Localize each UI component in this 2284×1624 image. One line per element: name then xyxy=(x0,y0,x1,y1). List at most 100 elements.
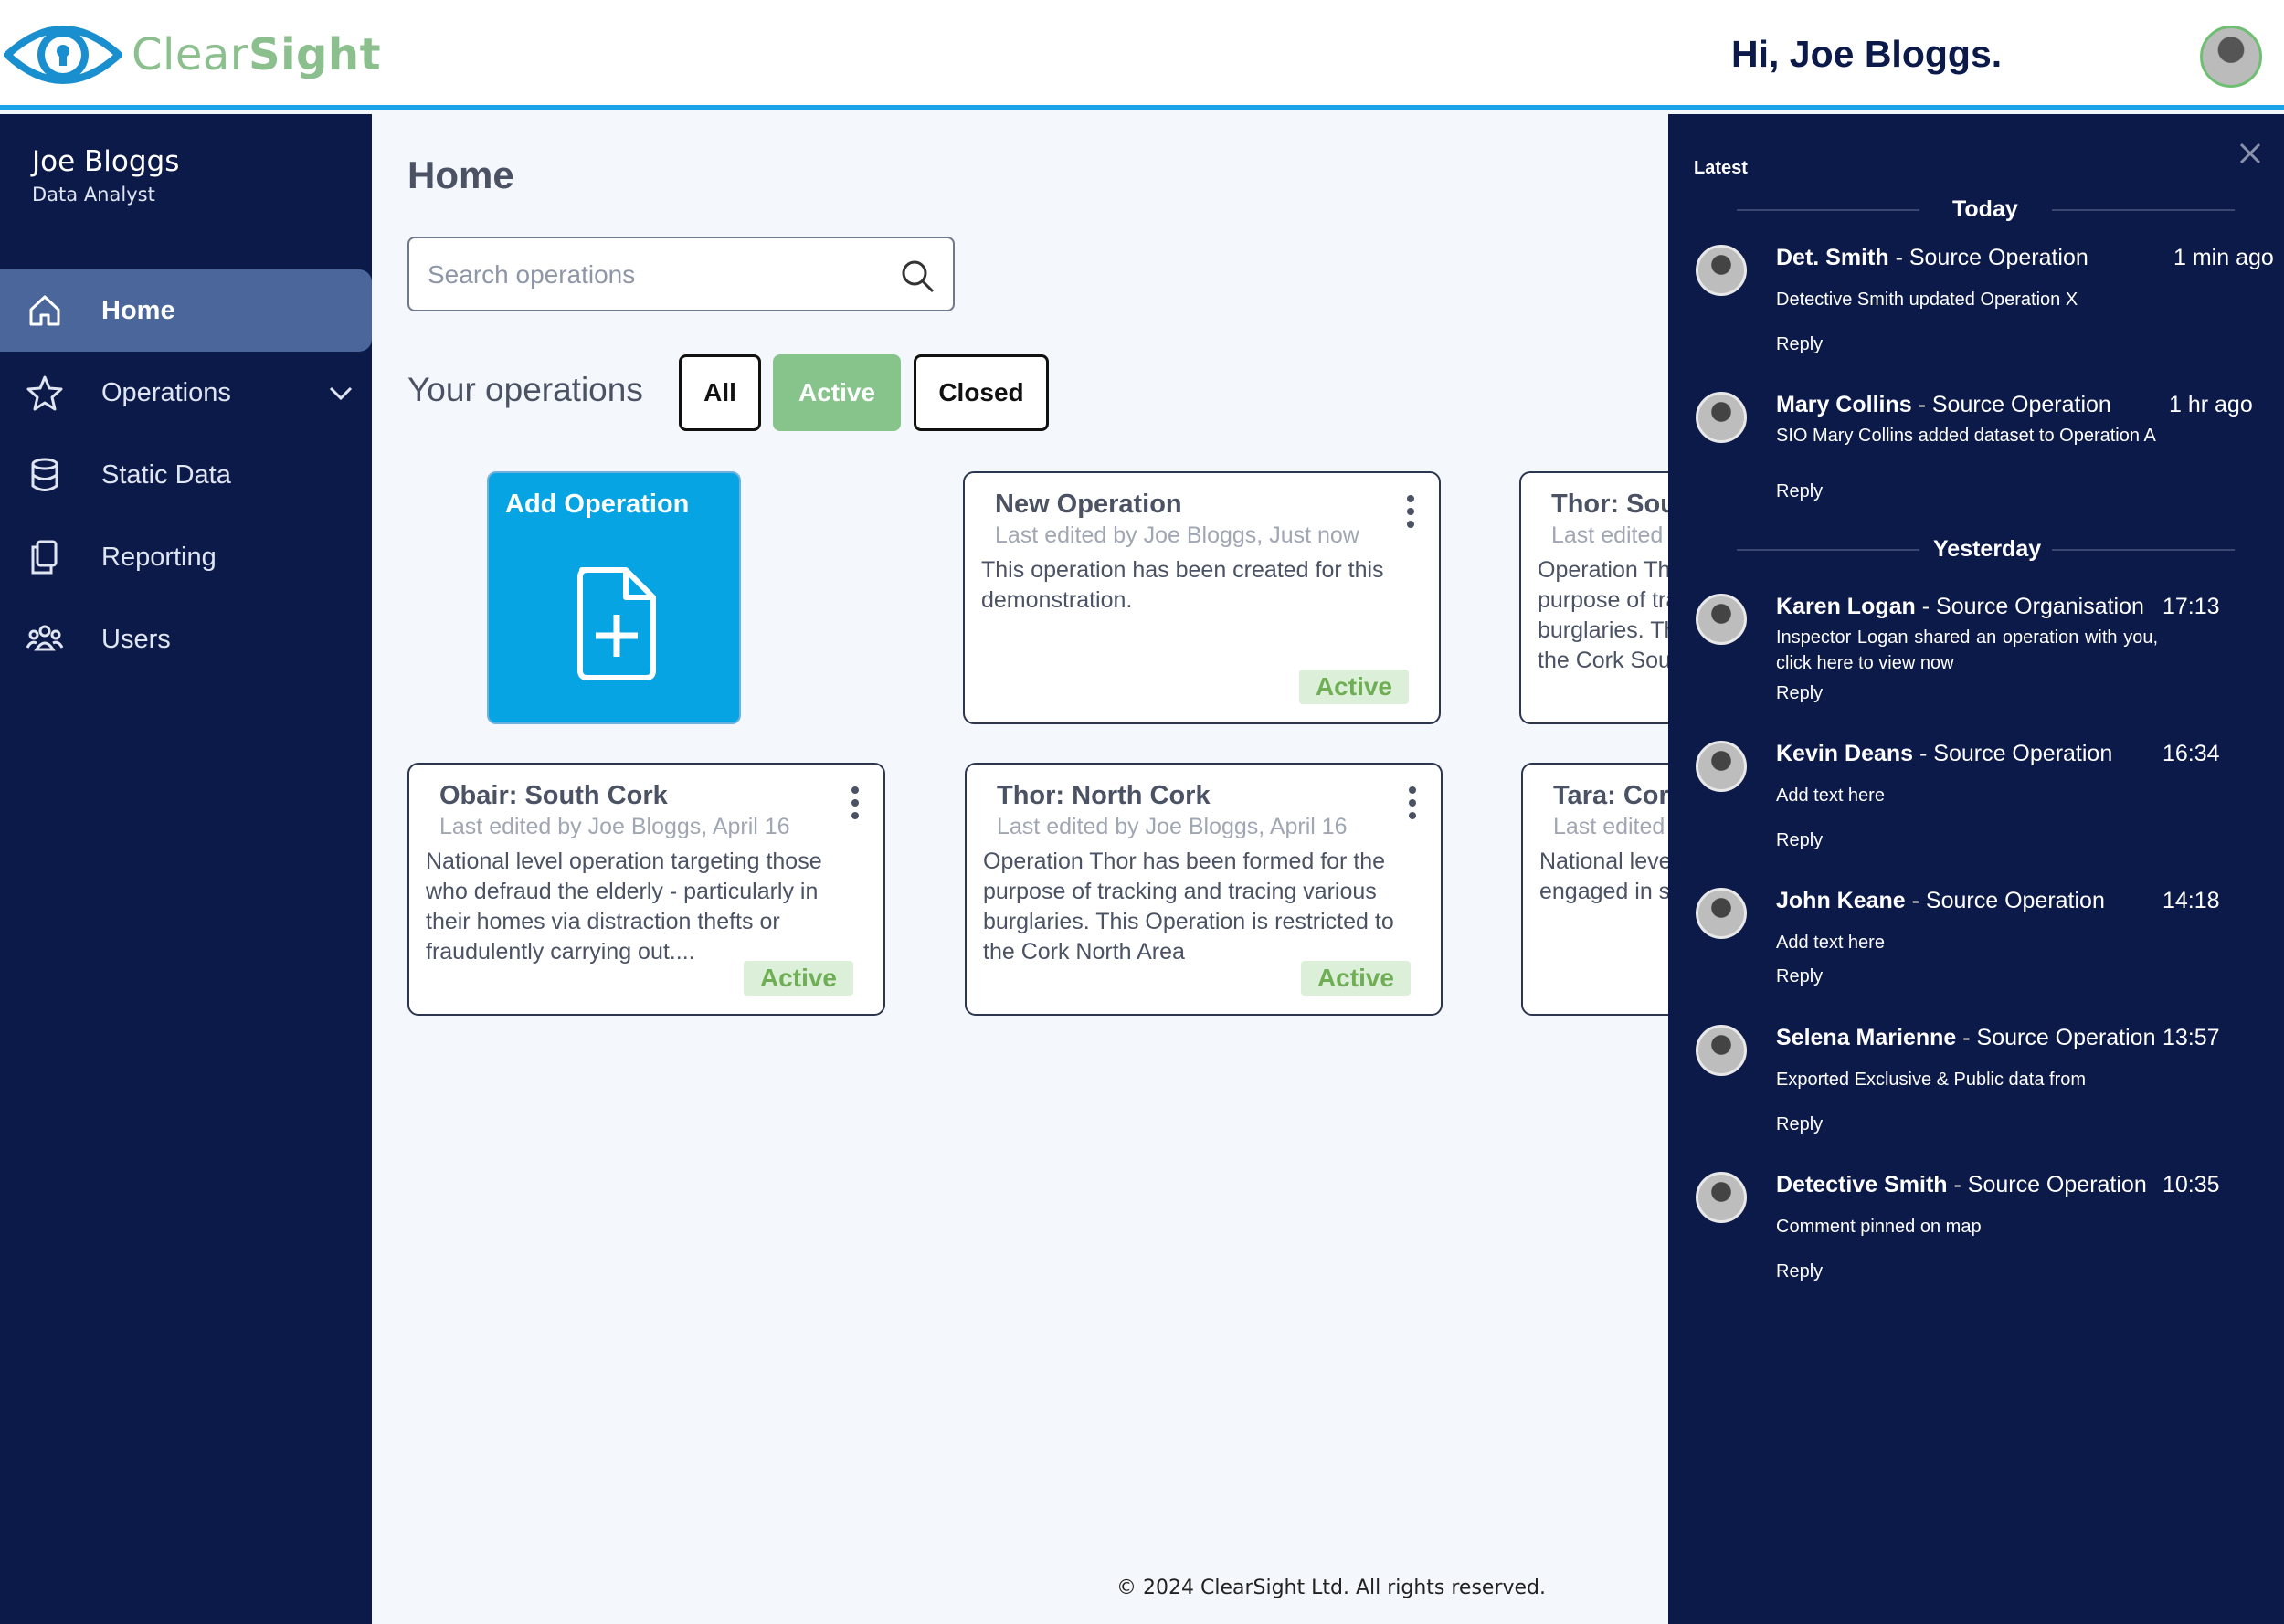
top-header: ClearSight Hi, Joe Bloggs. xyxy=(0,0,2284,110)
reply-link[interactable]: Reply xyxy=(1776,1261,1823,1282)
status-badge: Active xyxy=(1300,961,1411,996)
greeting-text: Hi, Joe Bloggs. xyxy=(1731,33,2003,75)
card-meta: Last edited by Joe Bloggs, April 16 xyxy=(439,814,790,839)
card-title: Tara: Cork xyxy=(1553,781,1684,810)
notification-body: Add text here xyxy=(1776,933,1885,953)
sidebar-item-home[interactable]: Home xyxy=(0,269,372,352)
notification-header: Selena Marienne - Source Operation xyxy=(1776,1025,2156,1050)
star-icon xyxy=(26,375,63,411)
reply-link[interactable]: Reply xyxy=(1776,334,1823,355)
notification-body: Comment pinned on map xyxy=(1776,1217,1982,1237)
status-badge: Active xyxy=(1298,670,1409,704)
card-description: This operation has been created for this… xyxy=(981,557,1384,613)
notification-body: Add text here xyxy=(1776,786,1885,806)
sidebar-item-static-data[interactable]: Static Data xyxy=(0,434,372,516)
sidebar-item-label: Home xyxy=(101,295,175,325)
sidebar-item-label: Users xyxy=(101,624,171,654)
card-title: Obair: South Cork xyxy=(439,781,668,810)
notification-item[interactable]: Detective Smith - Source Operation 10:35… xyxy=(1668,1172,2284,1300)
filter-all-button[interactable]: All xyxy=(679,354,761,431)
more-vertical-icon[interactable] xyxy=(1405,785,1420,821)
database-icon xyxy=(31,458,58,491)
sidebar-user-name: Joe Bloggs xyxy=(32,145,180,178)
notification-time: 14:18 xyxy=(2162,888,2220,913)
card-description: National level operation targeting those… xyxy=(426,849,822,965)
filter-closed-button[interactable]: Closed xyxy=(914,354,1049,431)
notification-time: 10:35 xyxy=(2162,1172,2220,1197)
operation-card[interactable]: New Operation Last edited by Joe Bloggs,… xyxy=(963,471,1441,724)
notification-item[interactable]: Kevin Deans - Source Operation 16:34 Add… xyxy=(1668,741,2284,869)
add-operation-label: Add Operation xyxy=(505,490,690,519)
eye-logo-icon xyxy=(4,26,122,84)
notification-header: Kevin Deans - Source Operation xyxy=(1776,741,2113,766)
status-badge: Active xyxy=(743,961,853,996)
search-icon[interactable] xyxy=(898,257,936,295)
notification-item[interactable]: Mary Collins - Source Operation 1 hr ago… xyxy=(1668,392,2284,520)
sidebar-item-label: Operations xyxy=(101,377,231,407)
avatar xyxy=(1696,245,1747,296)
day-label-yesterday: Yesterday xyxy=(1933,536,2042,562)
users-icon xyxy=(26,625,64,651)
panel-title: Latest xyxy=(1694,158,1748,178)
sidebar-item-label: Reporting xyxy=(101,542,217,572)
notification-header: Karen Logan - Source Organisation xyxy=(1776,594,2144,619)
avatar xyxy=(1696,392,1747,443)
user-avatar[interactable] xyxy=(2200,26,2262,88)
notification-body: Detective Smith updated Operation X xyxy=(1776,290,2078,310)
card-meta: Last edited by Joe Bloggs, Just now xyxy=(995,522,1359,548)
filter-active-button[interactable]: Active xyxy=(773,354,901,431)
brand-name: ClearSight xyxy=(132,29,382,80)
page-title: Home xyxy=(407,153,514,196)
notification-header: Det. Smith - Source Operation xyxy=(1776,245,2088,270)
notification-time: 17:13 xyxy=(2162,594,2220,619)
card-title: Thor: North Cork xyxy=(997,781,1211,810)
reply-link[interactable]: Reply xyxy=(1776,481,1823,502)
home-icon xyxy=(29,295,60,326)
reply-link[interactable]: Reply xyxy=(1776,683,1823,704)
more-vertical-icon[interactable] xyxy=(1403,493,1418,530)
avatar xyxy=(1696,1025,1747,1076)
sidebar-item-label: Static Data xyxy=(101,459,231,490)
notification-time: 13:57 xyxy=(2162,1025,2220,1050)
close-icon[interactable] xyxy=(2236,140,2264,167)
more-vertical-icon[interactable] xyxy=(848,785,862,821)
divider xyxy=(1737,549,1919,551)
operation-card[interactable]: Obair: South Cork Last edited by Joe Blo… xyxy=(407,763,885,1016)
sidebar-item-reporting[interactable]: Reporting xyxy=(0,516,372,598)
notification-body: Exported Exclusive & Public data from xyxy=(1776,1070,2087,1090)
notification-header: John Keane - Source Operation xyxy=(1776,888,2105,913)
avatar xyxy=(1696,594,1747,645)
notification-item[interactable]: Det. Smith - Source Operation 1 min ago … xyxy=(1668,245,2284,373)
reply-link[interactable]: Reply xyxy=(1776,1114,1823,1135)
card-meta: Last edited by Joe Bloggs, April 16 xyxy=(997,814,1348,839)
notification-time: 1 min ago xyxy=(2173,245,2274,270)
search-box xyxy=(407,237,955,311)
notification-time: 16:34 xyxy=(2162,741,2220,766)
add-file-icon xyxy=(577,567,656,680)
sidebar-item-users[interactable]: Users xyxy=(0,598,372,680)
notification-item[interactable]: John Keane - Source Operation 14:18 Add … xyxy=(1668,888,2284,1016)
notification-body: Inspector Logan shared an operation with… xyxy=(1776,627,2158,673)
divider xyxy=(2052,549,2235,551)
sidebar-item-operations[interactable]: Operations xyxy=(0,352,372,434)
operation-card[interactable]: Thor: North Cork Last edited by Joe Blog… xyxy=(965,763,1443,1016)
divider xyxy=(2052,209,2235,211)
avatar xyxy=(1696,888,1747,939)
notification-header: Detective Smith - Source Operation xyxy=(1776,1172,2147,1197)
card-description: Operation Thor has been formed for the p… xyxy=(983,849,1394,965)
chevron-down-icon[interactable] xyxy=(327,379,354,406)
search-input[interactable] xyxy=(428,257,866,293)
notification-item[interactable]: Selena Marienne - Source Operation 13:57… xyxy=(1668,1025,2284,1153)
latest-panel: Latest Today Det. Smith - Source Operati… xyxy=(1668,114,2284,1624)
notification-time: 1 hr ago xyxy=(2169,392,2253,417)
notification-item[interactable]: Karen Logan - Source Organisation 17:13 … xyxy=(1668,594,2284,722)
reply-link[interactable]: Reply xyxy=(1776,830,1823,851)
sidebar: Joe Bloggs Data Analyst Home Operations … xyxy=(0,114,372,1624)
brand-logo[interactable]: ClearSight xyxy=(4,16,381,93)
avatar xyxy=(1696,1172,1747,1223)
day-label-today: Today xyxy=(1952,196,2018,222)
notification-body: SIO Mary Collins added dataset to Operat… xyxy=(1776,426,2156,446)
reply-link[interactable]: Reply xyxy=(1776,966,1823,987)
add-operation-card[interactable]: Add Operation xyxy=(487,471,741,724)
documents-icon xyxy=(31,540,58,575)
